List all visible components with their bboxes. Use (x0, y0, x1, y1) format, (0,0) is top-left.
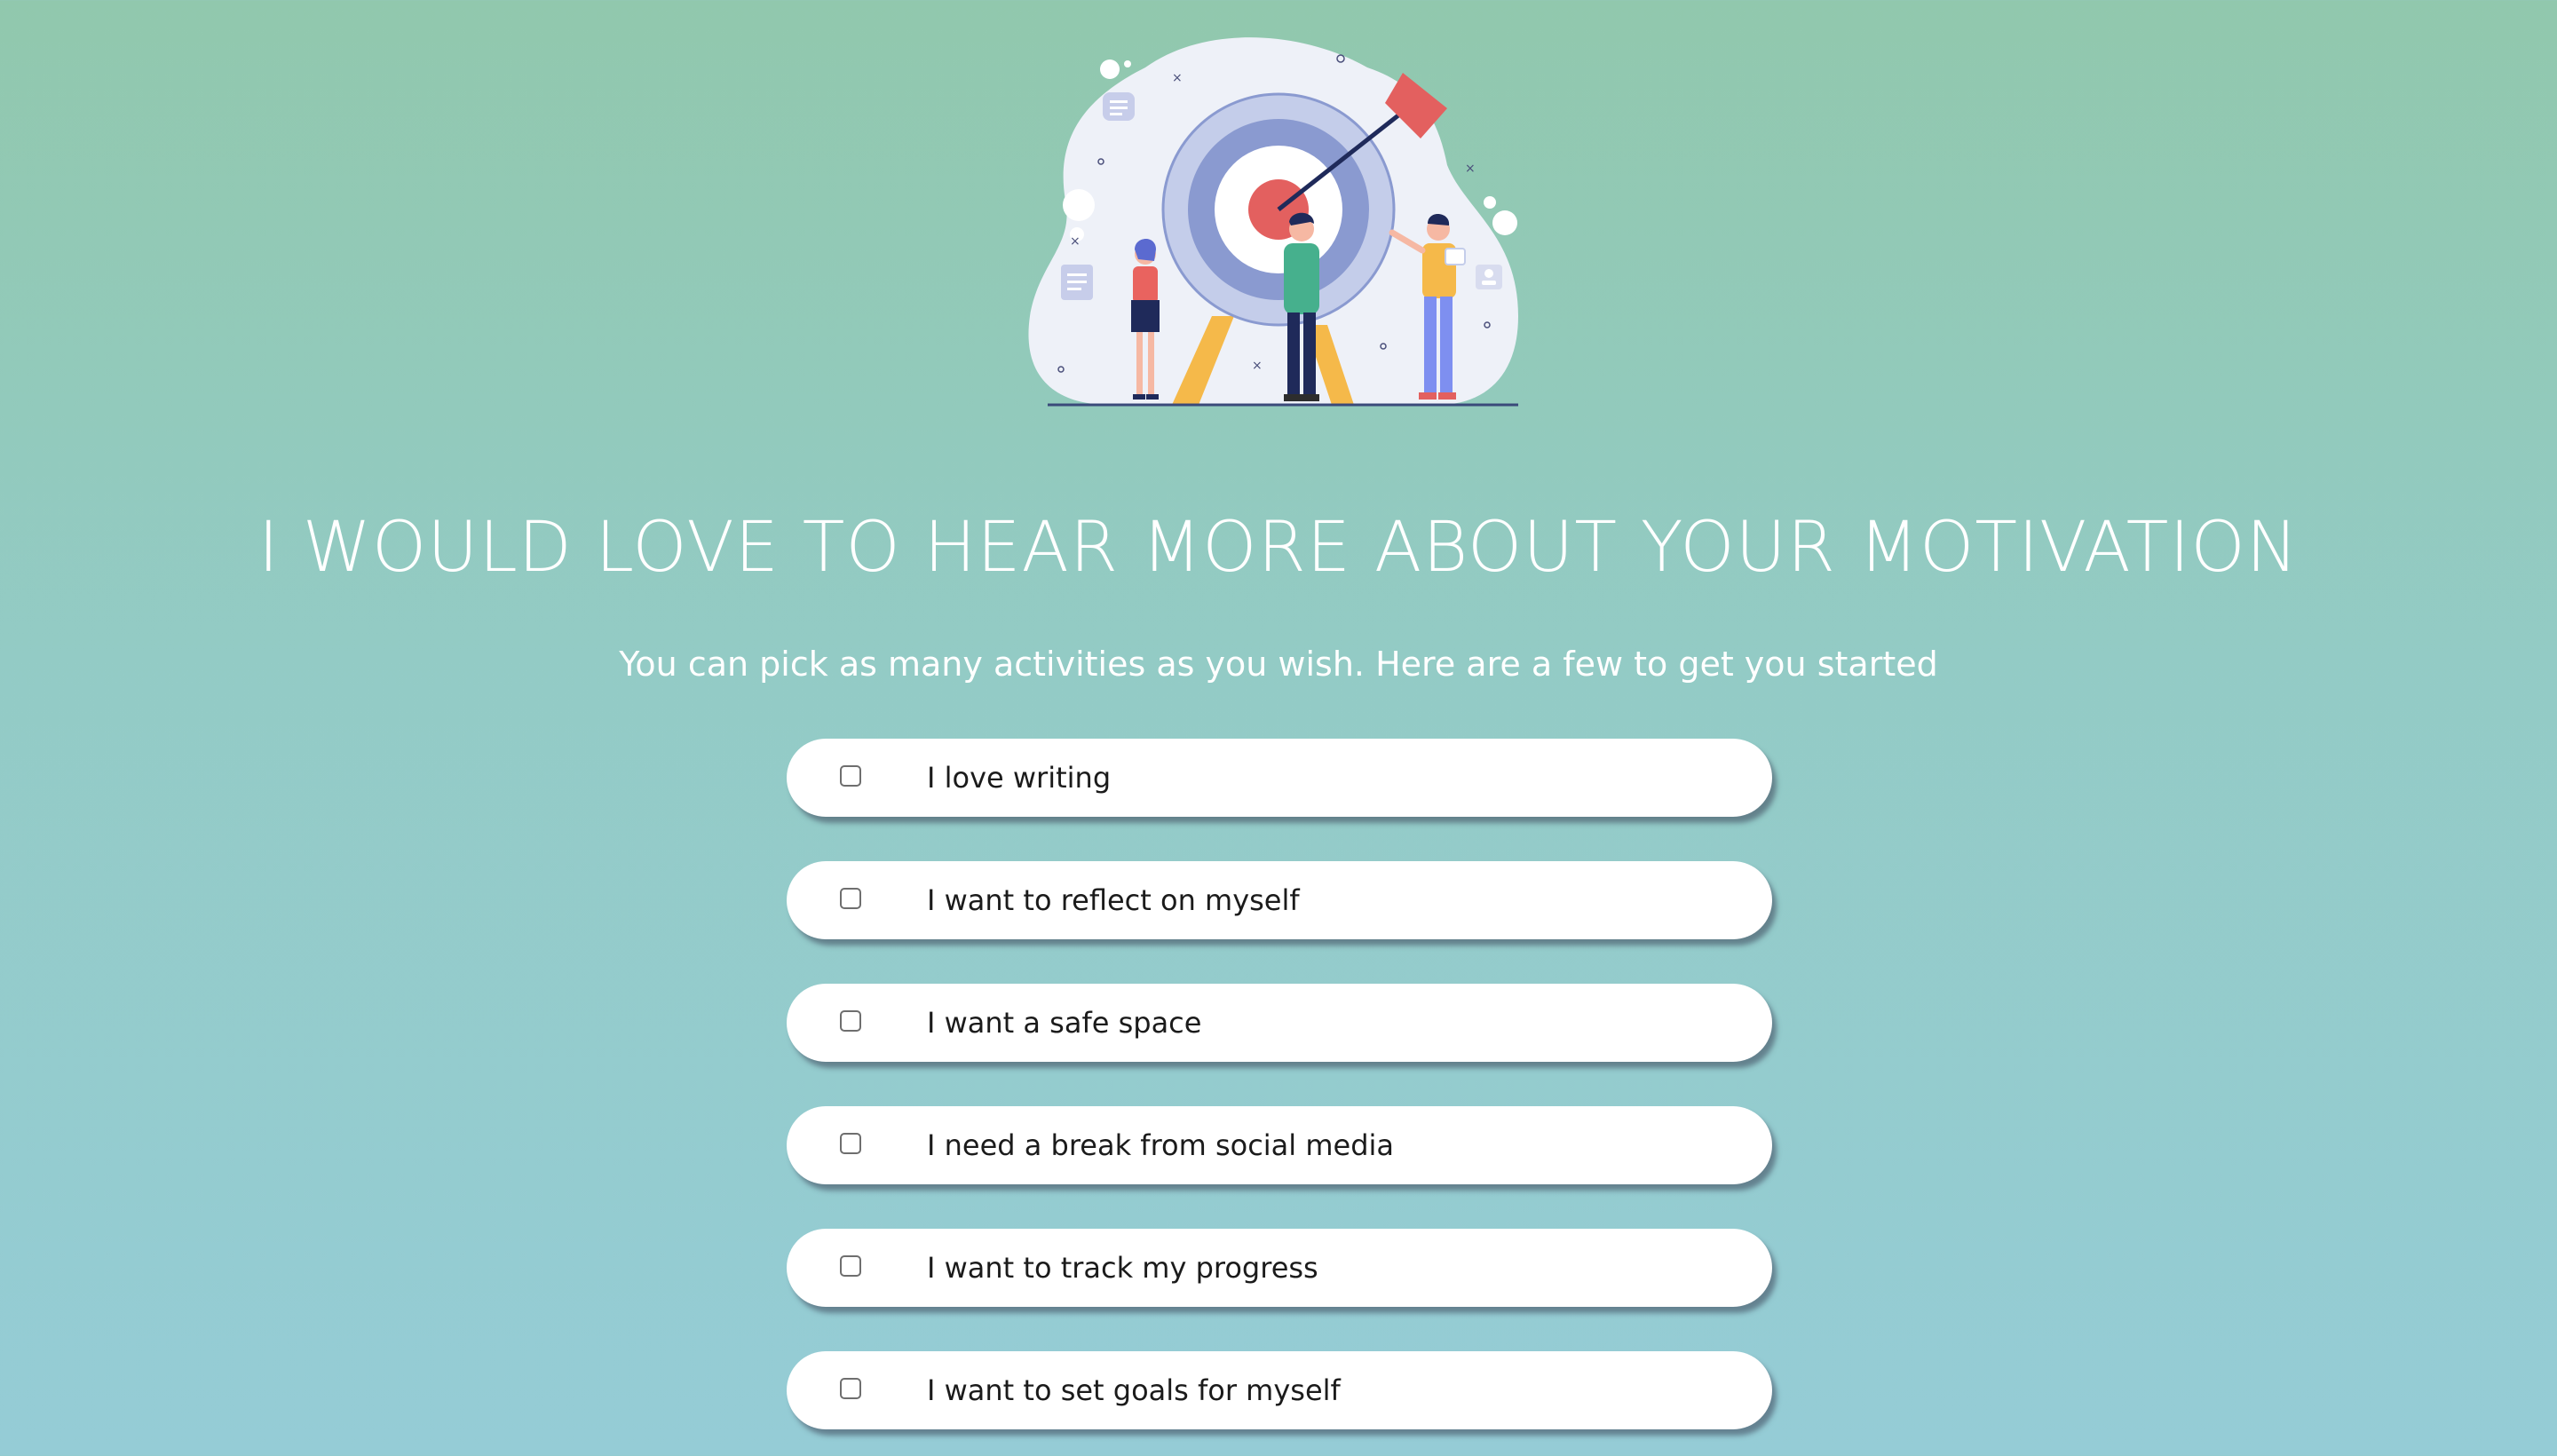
chat-bubble-icon (1103, 92, 1135, 121)
option-love-writing[interactable]: I love writing (787, 739, 1772, 817)
option-safe-space[interactable]: I want a safe space (787, 984, 1772, 1062)
option-checkbox[interactable] (840, 765, 861, 787)
svg-text:×: × (1172, 71, 1183, 85)
target-goal-illustration: × × × × (1028, 37, 1518, 407)
option-track-progress[interactable]: I want to track my progress (787, 1229, 1772, 1307)
document-icon (1061, 265, 1093, 300)
option-label: I want to reflect on myself (927, 883, 1300, 917)
option-label: I need a break from social media (927, 1128, 1395, 1162)
option-label: I want to set goals for myself (927, 1373, 1341, 1407)
page-subtitle: You can pick as many activities as you w… (619, 645, 1938, 684)
option-set-goals[interactable]: I want to set goals for myself (787, 1351, 1772, 1429)
motivation-options-list: I love writing I want to reflect on myse… (787, 739, 1772, 1456)
page-title: I WOULD LOVE TO HEAR MORE ABOUT YOUR MOT… (257, 508, 2300, 588)
svg-text:×: × (1070, 234, 1081, 249)
option-checkbox[interactable] (840, 1133, 861, 1154)
option-label: I want to track my progress (927, 1251, 1318, 1285)
option-checkbox[interactable] (840, 888, 861, 909)
option-label: I love writing (927, 761, 1112, 795)
option-reflect-on-myself[interactable]: I want to reflect on myself (787, 861, 1772, 939)
svg-text:×: × (1465, 162, 1476, 176)
profile-card-icon (1476, 265, 1502, 289)
option-break-from-social-media[interactable]: I need a break from social media (787, 1106, 1772, 1184)
option-checkbox[interactable] (840, 1010, 861, 1032)
option-checkbox[interactable] (840, 1378, 861, 1399)
option-checkbox[interactable] (840, 1255, 861, 1277)
svg-text:×: × (1252, 359, 1263, 373)
option-label: I want a safe space (927, 1006, 1202, 1040)
